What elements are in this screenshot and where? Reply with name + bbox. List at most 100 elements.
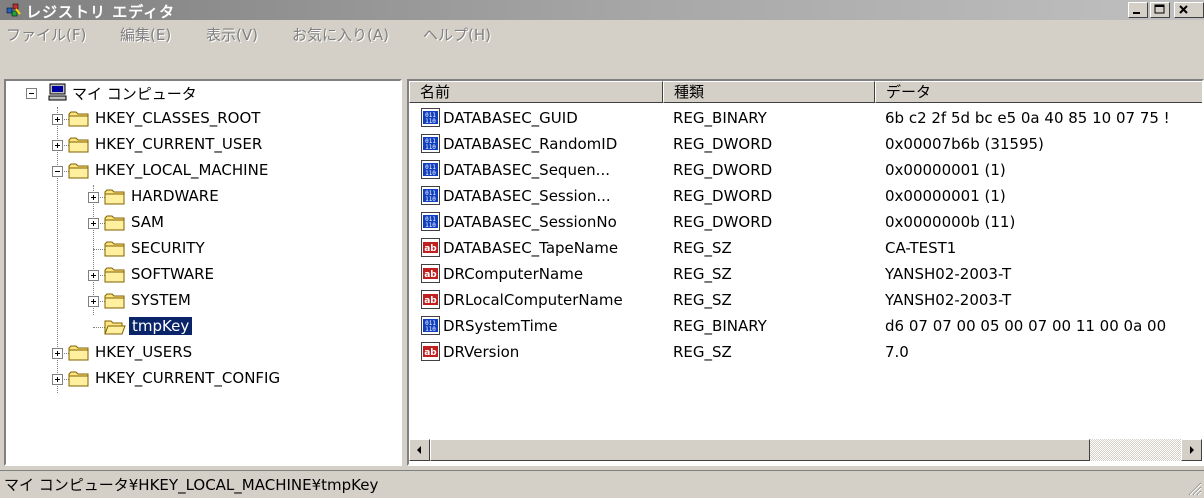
scroll-right-button[interactable]: [1181, 439, 1202, 461]
tree-item-hkey-users[interactable]: HKEY_USERS: [6, 341, 400, 365]
binary-value-icon: 011110: [421, 108, 440, 127]
string-value-icon: ab: [421, 290, 440, 309]
value-type: REG_DWORD: [673, 213, 773, 231]
list-item[interactable]: ab DRVersion REG_SZ 7.0: [409, 339, 1202, 365]
menu-edit[interactable]: 編集(E): [120, 24, 171, 45]
scroll-track[interactable]: [1090, 439, 1181, 461]
expand-icon[interactable]: [88, 192, 99, 203]
value-data: 0x00007b6b (31595): [885, 135, 1044, 153]
folder-icon: [104, 267, 125, 283]
svg-text:110: 110: [425, 196, 436, 203]
scroll-left-button[interactable]: [409, 439, 430, 461]
tree-label: マイ コンピュータ: [72, 85, 197, 103]
expand-icon[interactable]: [52, 374, 63, 385]
value-list[interactable]: 名前 種類 データ 011 110 DATABASEC_GUID REG_BINARY…: [407, 79, 1204, 466]
key-tree[interactable]: マイ コンピュータ HKEY_CLASSES_ROOT HKEY_CURRENT…: [4, 79, 402, 466]
collapse-icon[interactable]: [52, 166, 63, 177]
expand-icon[interactable]: [88, 218, 99, 229]
tree-item-software[interactable]: SOFTWARE: [6, 263, 400, 287]
registry-editor-icon: [6, 3, 21, 17]
list-item[interactable]: 011 110 DATABASEC_Sequen... REG_DWORD 0x0000…: [409, 157, 1202, 183]
menu-favorites[interactable]: お気に入り(A): [292, 24, 389, 45]
tree-item-hkey-current-config[interactable]: HKEY_CURRENT_CONFIG: [6, 367, 400, 391]
title-bar[interactable]: レジストリ エディタ: [0, 0, 1204, 21]
resize-grip-icon[interactable]: [1186, 480, 1202, 496]
tree-item-hkey-classes-root[interactable]: HKEY_CLASSES_ROOT: [6, 107, 400, 131]
list-item[interactable]: ab DRComputerName REG_SZ YANSH02-2003-T: [409, 261, 1202, 287]
tree-label: SYSTEM: [131, 291, 191, 309]
binary-value-icon: 011110: [421, 212, 440, 231]
maximize-icon: [1154, 4, 1165, 14]
tree-label: SAM: [131, 213, 165, 231]
scroll-thumb[interactable]: [430, 439, 1090, 461]
list-item[interactable]: 011 110 DATABASEC_SessionNo REG_DWORD 0x0000…: [409, 209, 1202, 235]
list-item[interactable]: ab DRLocalComputerName REG_SZ YANSH02-2003-…: [409, 287, 1202, 313]
list-item[interactable]: 011 110 DATABASEC_RandomID REG_DWORD 0x00007…: [409, 131, 1202, 157]
binary-value-icon: 011110: [421, 316, 440, 335]
tree-item-security[interactable]: SECURITY: [6, 237, 400, 261]
list-item[interactable]: 011 110 DRSystemTime REG_BINARY d6 07 07 00 …: [409, 313, 1202, 339]
tree-item-hkey-current-user[interactable]: HKEY_CURRENT_USER: [6, 133, 400, 157]
tree-label: HKEY_LOCAL_MACHINE: [95, 161, 269, 179]
list-item[interactable]: 011 110 DATABASEC_Session... REG_DWORD 0x000…: [409, 183, 1202, 209]
window-title: レジストリ エディタ: [26, 3, 176, 21]
menu-help[interactable]: ヘルプ(H): [423, 24, 491, 45]
value-type: REG_BINARY: [673, 317, 767, 335]
collapse-icon[interactable]: [26, 88, 37, 99]
open-folder-icon: [104, 320, 126, 335]
list-item[interactable]: 011 110 DATABASEC_GUID REG_BINARY 6b c2 2f 5…: [409, 105, 1202, 131]
expand-icon[interactable]: [52, 348, 63, 359]
menu-view[interactable]: 表示(V): [206, 24, 258, 45]
folder-icon: [104, 241, 125, 257]
tree-label: HKEY_CURRENT_CONFIG: [95, 369, 281, 387]
tree-label: HKEY_CLASSES_ROOT: [95, 109, 261, 127]
folder-icon: [68, 137, 89, 153]
column-header-name[interactable]: 名前: [409, 81, 663, 103]
tree-item-tmpkey[interactable]: tmpKey: [6, 315, 400, 339]
value-data: YANSH02-2003-T: [885, 265, 1012, 283]
value-name: DATABASEC_SessionNo: [443, 213, 617, 231]
tree-item-system[interactable]: SYSTEM: [6, 289, 400, 313]
svg-text:110: 110: [425, 222, 436, 229]
expand-icon[interactable]: [52, 140, 63, 151]
folder-icon: [68, 111, 89, 127]
maximize-button[interactable]: [1150, 2, 1170, 18]
value-name: DATABASEC_Session...: [443, 187, 611, 205]
expand-icon[interactable]: [88, 296, 99, 307]
minimize-button[interactable]: [1128, 2, 1148, 18]
tree-item-my-computer[interactable]: マイ コンピュータ: [6, 81, 400, 105]
folder-icon: [68, 163, 89, 179]
arrow-left-icon: [417, 446, 421, 454]
tree-item-hardware[interactable]: HARDWARE: [6, 185, 400, 209]
tree-label: HKEY_CURRENT_USER: [95, 135, 263, 153]
list-item[interactable]: ab DATABASEC_TapeName REG_SZ CA-TEST1: [409, 235, 1202, 261]
tree-label: tmpKey: [127, 316, 194, 336]
column-header-data[interactable]: データ: [875, 81, 1202, 103]
svg-text:ab: ab: [424, 348, 437, 358]
svg-text:110: 110: [425, 118, 436, 125]
folder-icon: [104, 189, 125, 205]
status-path: マイ コンピュータ¥HKEY_LOCAL_MACHINE¥tmpKey: [4, 476, 379, 494]
value-data: 0x00000001 (1): [885, 187, 1006, 205]
value-name: DRSystemTime: [443, 317, 558, 335]
menu-file[interactable]: ファイル(F): [6, 24, 86, 45]
svg-text:110: 110: [425, 170, 436, 177]
expand-icon[interactable]: [88, 270, 99, 281]
value-type: REG_SZ: [673, 291, 732, 309]
folder-icon: [68, 345, 89, 361]
close-button[interactable]: [1174, 2, 1204, 18]
horizontal-scrollbar[interactable]: [409, 439, 1202, 461]
value-name: DRVersion: [443, 343, 520, 361]
folder-icon: [104, 215, 125, 231]
tree-label: SECURITY: [131, 239, 205, 257]
svg-text:ab: ab: [424, 270, 437, 280]
tree-item-sam[interactable]: SAM: [6, 211, 400, 235]
tree-label: HARDWARE: [131, 187, 219, 205]
tree-item-hkey-local-machine[interactable]: HKEY_LOCAL_MACHINE: [6, 159, 400, 183]
string-value-icon: ab: [421, 238, 440, 257]
close-icon: [1179, 5, 1188, 14]
computer-icon: [48, 83, 67, 101]
expand-icon[interactable]: [52, 114, 63, 125]
column-header-type[interactable]: 種類: [663, 81, 875, 103]
value-data: YANSH02-2003-T: [885, 291, 1012, 309]
